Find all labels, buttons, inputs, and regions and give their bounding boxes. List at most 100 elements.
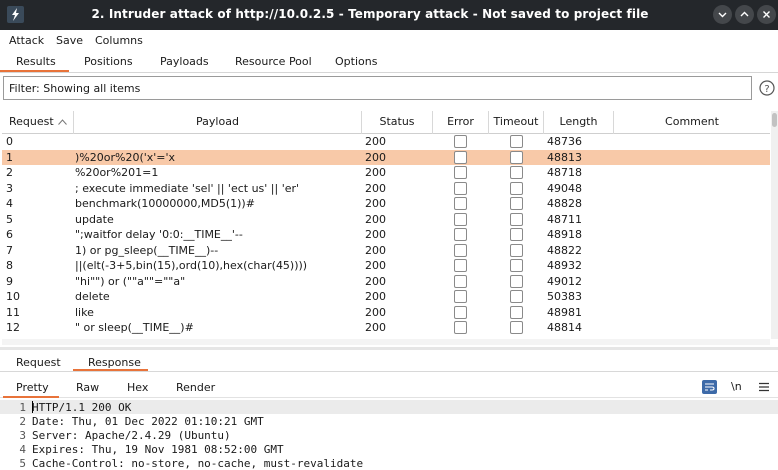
column-status[interactable]: Status	[362, 111, 433, 134]
cell-request: 9	[6, 274, 13, 288]
table-header: Request Payload Status Error Timeout Len…	[2, 111, 770, 134]
timeout-checkbox[interactable]	[510, 228, 523, 241]
cell-payload: %20or%201=1	[75, 166, 159, 179]
column-comment[interactable]: Comment	[614, 111, 770, 134]
tab-pretty[interactable]: Pretty	[16, 381, 49, 394]
menu-bar: Attack Save Columns	[0, 30, 778, 51]
cell-payload: )%20or%20('x'='x	[75, 150, 176, 164]
error-checkbox[interactable]	[454, 150, 467, 164]
table-row[interactable]: 10 delete 200 50383	[2, 289, 770, 305]
error-checkbox[interactable]	[454, 243, 467, 257]
pane-splitter[interactable]	[0, 347, 778, 350]
cell-status: 200	[365, 181, 386, 195]
column-payload[interactable]: Payload	[74, 111, 362, 134]
tab-results-indicator	[0, 70, 69, 72]
table-row[interactable]: 12 " or sleep(__TIME__)# 200 48814	[2, 320, 770, 336]
maximize-icon[interactable]	[735, 5, 754, 24]
cell-payload: like	[75, 305, 94, 319]
scrollbar-thumb[interactable]	[772, 113, 777, 127]
error-checkbox[interactable]	[454, 166, 467, 179]
timeout-checkbox[interactable]	[510, 135, 523, 148]
tab-render[interactable]: Render	[176, 381, 215, 394]
error-checkbox[interactable]	[454, 212, 467, 226]
table-row[interactable]: 3 ; execute immediate 'sel' || 'ect us' |…	[2, 181, 770, 197]
table-row[interactable]: 0 200 48736	[2, 134, 770, 150]
timeout-checkbox[interactable]	[510, 259, 523, 272]
table-row[interactable]: 7 1) or pg_sleep(__TIME__)-- 200 48822	[2, 243, 770, 259]
minimize-icon[interactable]	[713, 5, 732, 24]
line-number: 4	[19, 443, 26, 456]
response-editor[interactable]: 1 HTTP/1.1 200 OK 2 Date: Thu, 01 Dec 2022 …	[0, 400, 778, 470]
menu-attack[interactable]: Attack	[9, 34, 44, 47]
timeout-checkbox[interactable]	[510, 321, 523, 334]
cell-request: 12	[6, 321, 20, 334]
error-checkbox[interactable]	[454, 181, 467, 195]
timeout-checkbox[interactable]	[510, 150, 523, 164]
cell-status: 200	[365, 243, 386, 257]
table-row[interactable]: 1)%20or%20('x'='x 200 48813	[2, 149, 770, 165]
error-checkbox[interactable]	[454, 305, 467, 319]
show-newlines-icon[interactable]: \n	[731, 380, 742, 393]
error-checkbox[interactable]	[454, 197, 467, 210]
table-row[interactable]: 2 %20or%201=1 200 48718	[2, 165, 770, 181]
menu-columns[interactable]: Columns	[95, 34, 143, 47]
error-checkbox[interactable]	[454, 274, 467, 288]
error-checkbox[interactable]	[454, 135, 467, 148]
tab-positions[interactable]: Positions	[84, 55, 133, 68]
cell-payload: update	[75, 212, 114, 226]
table-row[interactable]: 6 ";waitfor delay '0:0:__TIME__'-- 200 4891…	[2, 227, 770, 243]
word-wrap-icon[interactable]	[702, 380, 717, 394]
tab-raw[interactable]: Raw	[76, 381, 99, 394]
line-text: Expires: Thu, 19 Nov 1981 08:52:00 GMT	[32, 443, 284, 456]
tab-pretty-indicator	[3, 396, 59, 398]
column-timeout[interactable]: Timeout	[489, 111, 544, 134]
timeout-checkbox[interactable]	[510, 290, 523, 303]
timeout-checkbox[interactable]	[510, 274, 523, 288]
cell-length: 48718	[547, 166, 582, 179]
cell-request: 5	[6, 212, 13, 226]
table-vertical-scrollbar[interactable]	[771, 111, 778, 339]
error-checkbox[interactable]	[454, 259, 467, 272]
menu-save[interactable]: Save	[56, 34, 83, 47]
column-error[interactable]: Error	[433, 111, 489, 134]
timeout-checkbox[interactable]	[510, 212, 523, 226]
cell-payload: ";waitfor delay '0:0:__TIME__'--	[75, 228, 243, 241]
tab-results[interactable]: Results	[16, 55, 56, 68]
tab-hex[interactable]: Hex	[127, 381, 148, 394]
timeout-checkbox[interactable]	[510, 181, 523, 195]
cell-status: 200	[365, 290, 386, 303]
error-checkbox[interactable]	[454, 228, 467, 241]
tab-options[interactable]: Options	[335, 55, 377, 68]
tab-payloads[interactable]: Payloads	[160, 55, 209, 68]
help-icon[interactable]: ?	[759, 80, 775, 96]
table-row[interactable]: 11 like 200 48981	[2, 305, 770, 321]
column-length[interactable]: Length	[544, 111, 614, 134]
close-icon[interactable]	[757, 5, 776, 24]
hamburger-menu-icon[interactable]	[758, 381, 770, 393]
table-row[interactable]: 5 update 200 48711	[2, 212, 770, 228]
tab-request[interactable]: Request	[16, 356, 61, 369]
tab-resource-pool[interactable]: Resource Pool	[235, 55, 312, 68]
cell-length: 48822	[547, 243, 582, 257]
tab-response[interactable]: Response	[88, 356, 141, 369]
column-request[interactable]: Request	[2, 111, 74, 134]
cell-length: 48814	[547, 321, 582, 334]
line-text: Server: Apache/2.4.29 (Ubuntu)	[32, 429, 231, 442]
error-checkbox[interactable]	[454, 321, 467, 334]
timeout-checkbox[interactable]	[510, 197, 523, 210]
table-horizontal-scrollbar[interactable]	[2, 339, 770, 345]
main-tabs: Results Positions Payloads Resource Pool…	[0, 51, 778, 73]
timeout-checkbox[interactable]	[510, 243, 523, 257]
timeout-checkbox[interactable]	[510, 305, 523, 319]
timeout-checkbox[interactable]	[510, 166, 523, 179]
table-row[interactable]: 8 ||(elt(-3+5,bin(15),ord(10),hex(char(45…	[2, 258, 770, 274]
table-row[interactable]: 4 benchmark(10000000,MD5(1))# 200 48828	[2, 196, 770, 212]
cell-request: 2	[6, 166, 13, 179]
results-table: Request Payload Status Error Timeout Len…	[2, 111, 770, 339]
error-checkbox[interactable]	[454, 290, 467, 303]
table-row[interactable]: 9 "hi"") or (""a""=""a" 200 49012	[2, 274, 770, 290]
filter-bar[interactable]: Filter: Showing all items	[3, 76, 752, 100]
cell-request: 0	[6, 135, 13, 148]
cell-payload: " or sleep(__TIME__)#	[75, 321, 194, 334]
cell-request: 11	[6, 305, 20, 319]
